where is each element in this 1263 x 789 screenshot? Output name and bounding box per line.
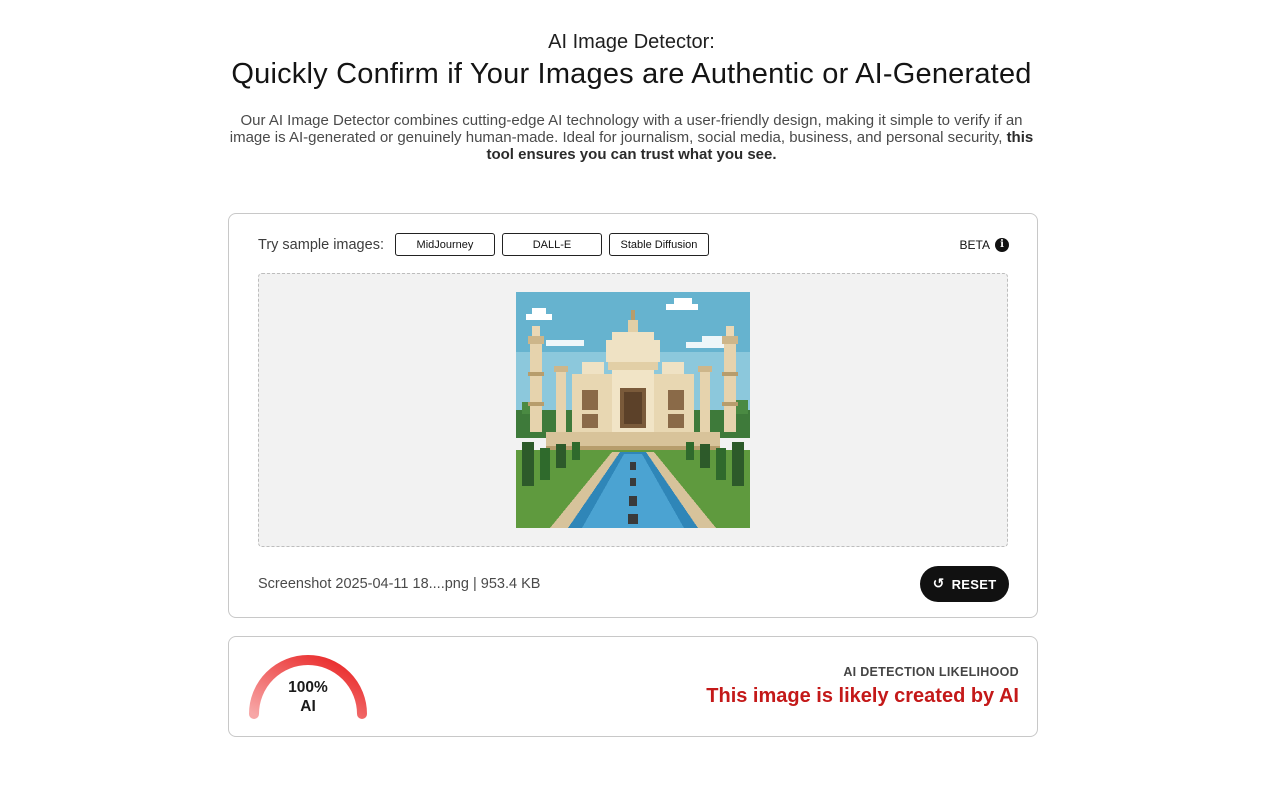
beta-label: BETA <box>959 237 990 252</box>
info-icon[interactable]: i <box>995 237 1009 252</box>
uploaded-image-preview <box>516 292 750 528</box>
sample-midjourney-button[interactable]: MidJourney <box>394 233 495 256</box>
rotate-ccw-icon: ↺ <box>932 576 945 592</box>
file-info: Screenshot 2025-04-11 18....png | 953.4 … <box>258 576 541 592</box>
reset-label: RESET <box>951 576 997 592</box>
page-title: Quickly Confirm if Your Images are Authe… <box>231 58 1032 90</box>
likelihood-readout: 100% AI <box>245 678 371 716</box>
beta-badge: BETA i <box>959 237 1009 252</box>
sample-dalle-button[interactable]: DALL-E <box>501 233 602 256</box>
file-info-row: Screenshot 2025-04-11 18....png | 953.4 … <box>258 566 1009 602</box>
page-intro: Our AI Image Detector combines cutting-e… <box>226 112 1037 163</box>
reset-button[interactable]: ↺ RESET <box>920 566 1009 602</box>
likelihood-percent: 100% <box>288 679 328 696</box>
intro-text: Our AI Image Detector combines cutting-e… <box>229 112 1023 146</box>
page-eyebrow: AI Image Detector: <box>548 31 715 53</box>
sample-images-row: Try sample images: MidJourney DALL-E Sta… <box>258 233 1009 256</box>
result-label: AI DETECTION LIKELIHOOD <box>843 665 1019 679</box>
result-card: 100% AI AI DETECTION LIKELIHOOD This ima… <box>228 636 1038 737</box>
result-verdict: This image is likely created by AI <box>706 685 1019 707</box>
image-dropzone[interactable] <box>258 273 1008 547</box>
likelihood-type: AI <box>300 698 316 715</box>
upload-card: Try sample images: MidJourney DALL-E Sta… <box>228 213 1038 618</box>
sample-images-label: Try sample images: <box>258 236 384 253</box>
sample-stable-diffusion-button[interactable]: Stable Diffusion <box>608 233 709 256</box>
